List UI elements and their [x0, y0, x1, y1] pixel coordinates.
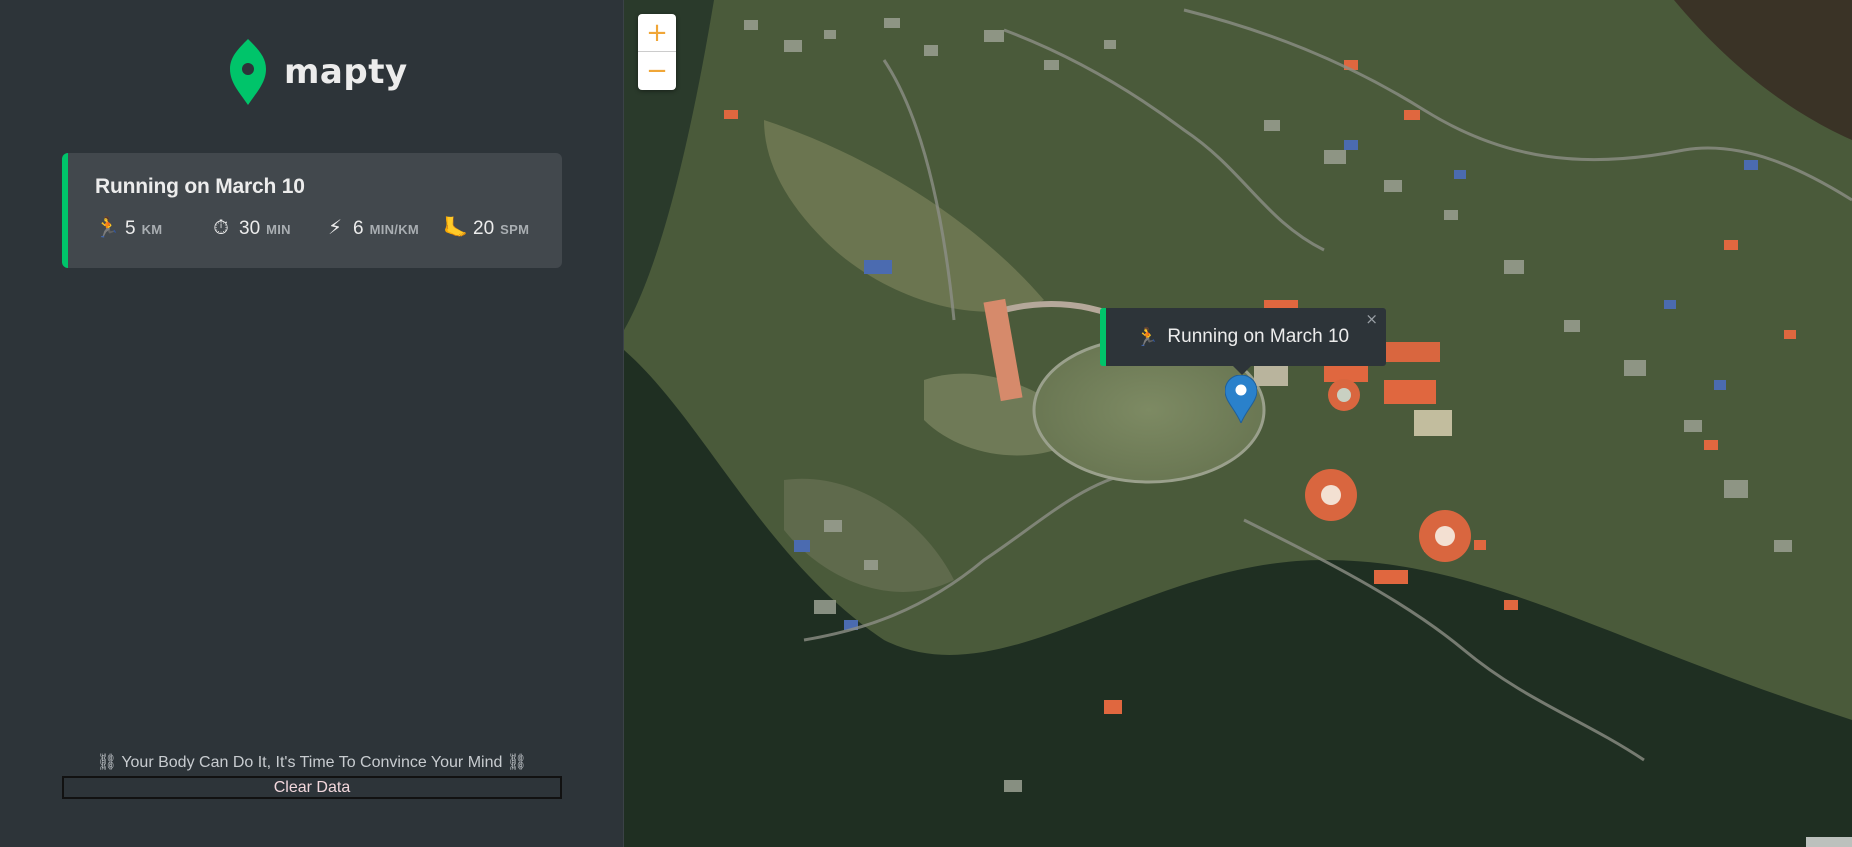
cadence-value: 20 — [473, 218, 495, 239]
workout-cadence: 🦶 20 SPM — [443, 215, 529, 240]
workout-card[interactable]: Running on March 10 🏃 5 KM ⏱ 30 MIN ⚡ 6 … — [62, 153, 562, 268]
workout-pace: ⚡ 6 MIN/KM — [323, 215, 443, 240]
map-marker-icon[interactable] — [1224, 374, 1258, 427]
clear-data-button[interactable]: Clear Data — [62, 776, 562, 799]
zoom-control: + − — [638, 14, 676, 90]
cadence-unit: SPM — [500, 222, 530, 237]
distance-value: 5 — [125, 218, 136, 239]
duration-unit: MIN — [266, 222, 291, 237]
popup-text: Running on March 10 — [1167, 326, 1350, 347]
workout-distance: 🏃 5 KM — [95, 215, 209, 240]
sidebar: mapty Running on March 10 🏃 5 KM ⏱ 30 MI… — [0, 0, 624, 847]
distance-unit: KM — [141, 222, 163, 237]
zoom-in-button[interactable]: + — [638, 14, 676, 52]
map-pin-icon — [230, 39, 266, 105]
close-icon[interactable]: × — [1365, 310, 1378, 328]
pace-value: 6 — [353, 218, 364, 239]
motivational-quote: ⛓ Your Body Can Do It, It's Time To Conv… — [96, 754, 528, 771]
workout-duration: ⏱ 30 MIN — [209, 215, 323, 240]
pace-unit: MIN/KM — [369, 222, 420, 237]
workout-title: Running on March 10 — [95, 175, 305, 198]
runner-icon: 🏃 — [95, 215, 120, 239]
logo-text: mapty — [284, 52, 408, 92]
app-logo: mapty — [230, 38, 408, 106]
zoom-out-button[interactable]: − — [638, 52, 676, 90]
map[interactable]: + − 🏃 Running on March 10 × — [624, 0, 1852, 847]
map-attribution[interactable] — [1806, 837, 1852, 847]
foot-icon: 🦶 — [443, 215, 468, 239]
stopwatch-icon: ⏱ — [213, 215, 229, 239]
lightning-icon: ⚡ — [327, 215, 343, 239]
runner-icon: 🏃 — [1136, 326, 1159, 348]
duration-value: 30 — [239, 218, 261, 239]
workout-popup[interactable]: 🏃 Running on March 10 × — [1100, 308, 1386, 375]
workout-details: 🏃 5 KM ⏱ 30 MIN ⚡ 6 MIN/KM 🦶 20 SPM — [95, 215, 562, 240]
